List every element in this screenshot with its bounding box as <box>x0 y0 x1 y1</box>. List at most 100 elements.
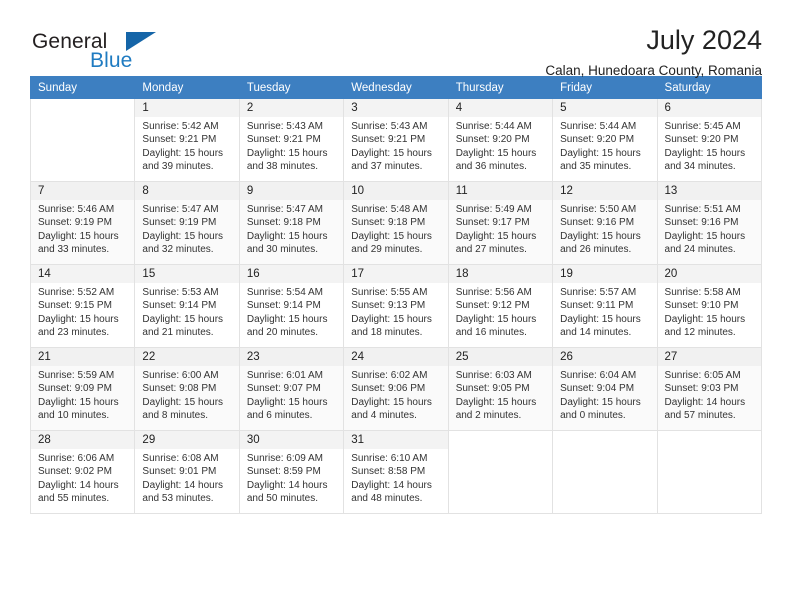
calendar-day-cell[interactable]: 28 Sunrise: 6:06 AM Sunset: 9:02 PM Dayligh… <box>29 430 136 514</box>
sunset-text: Sunset: 9:03 PM <box>664 383 739 395</box>
calendar-day-cell[interactable]: 8 Sunrise: 5:47 AM Sunset: 9:19 PM Daylight… <box>134 181 240 265</box>
sunrise-text: Sunrise: 5:48 AM <box>351 204 428 215</box>
sunrise-text: Sunrise: 5:43 AM <box>351 121 428 132</box>
daylight-text-line2: and 18 minutes. <box>351 327 423 339</box>
daylight-text-line1: Daylight: 15 hours <box>351 230 432 242</box>
day-number: 18 <box>448 265 553 283</box>
sunset-text: Sunset: 9:12 PM <box>455 300 530 312</box>
sunset-text: Sunset: 9:04 PM <box>560 383 635 395</box>
calendar-day-cell[interactable]: 7 Sunrise: 5:46 AM Sunset: 9:19 PM Daylight… <box>29 181 136 265</box>
daylight-text-line1: Daylight: 15 hours <box>351 313 432 325</box>
day-number: 12 <box>553 182 657 200</box>
calendar-day-cell[interactable]: 29 Sunrise: 6:08 AM Sunset: 9:01 PM Dayligh… <box>134 430 240 514</box>
sunrise-text: Sunrise: 5:47 AM <box>142 204 219 215</box>
calendar-day-cell[interactable]: 16 Sunrise: 5:54 AM Sunset: 9:14 PM Dayligh… <box>238 264 345 348</box>
sunset-text: Sunset: 9:15 PM <box>38 300 112 312</box>
calendar-day-cell[interactable]: 10 Sunrise: 5:48 AM Sunset: 9:18 PM Dayligh… <box>343 181 449 265</box>
calendar-day-cell[interactable]: 1 Sunrise: 5:42 AM Sunset: 9:21 PM Daylight… <box>134 98 240 182</box>
sunrise-text: Sunrise: 6:06 AM <box>38 453 115 464</box>
daylight-text-line2: and 8 minutes. <box>142 410 209 422</box>
daylight-text-line2: and 36 minutes. <box>455 161 527 173</box>
calendar-day-cell[interactable]: 3 Sunrise: 5:43 AM Sunset: 9:21 PM Daylight… <box>343 98 449 182</box>
calendar-day-cell[interactable]: 27 Sunrise: 6:05 AM Sunset: 9:03 PM Dayligh… <box>656 347 763 431</box>
day-number <box>449 431 552 436</box>
calendar-day-cell[interactable]: 23 Sunrise: 6:01 AM Sunset: 9:07 PM Dayligh… <box>238 347 345 431</box>
weekday-header-thursday: Thursday <box>447 76 554 99</box>
daylight-text-line1: Daylight: 15 hours <box>455 396 537 408</box>
day-details: Sunrise: 6:00 AM Sunset: 9:08 PM Daylight:… <box>135 366 238 423</box>
day-number: 24 <box>344 348 448 366</box>
day-details: Sunrise: 5:49 AM Sunset: 9:17 PM Daylight:… <box>449 200 552 257</box>
location-subtitle: Calan, Hunedoara County, Romania <box>545 63 762 79</box>
day-number: 14 <box>31 265 135 283</box>
calendar-day-cell[interactable]: 14 Sunrise: 5:52 AM Sunset: 9:15 PM Dayligh… <box>29 264 136 348</box>
day-details: Sunrise: 5:45 AM Sunset: 9:20 PM Daylight:… <box>658 117 761 174</box>
weekday-header-monday: Monday <box>134 76 240 99</box>
calendar-day-cell[interactable]: 19 Sunrise: 5:57 AM Sunset: 9:11 PM Dayligh… <box>552 264 658 348</box>
sunset-text: Sunset: 9:14 PM <box>246 300 321 312</box>
sunrise-text: Sunrise: 6:08 AM <box>142 453 219 464</box>
day-details: Sunrise: 6:08 AM Sunset: 9:01 PM Daylight:… <box>135 449 238 506</box>
general-blue-logo[interactable]: General Blue <box>30 26 160 78</box>
calendar-day-cell[interactable]: 25 Sunrise: 6:03 AM Sunset: 9:05 PM Dayligh… <box>447 347 554 431</box>
day-number: 30 <box>239 431 344 449</box>
day-number: 17 <box>344 265 448 283</box>
calendar-cell-empty <box>29 98 136 182</box>
day-number: 16 <box>239 265 344 283</box>
daylight-text-line1: Daylight: 15 hours <box>455 313 537 325</box>
sunset-text: Sunset: 9:16 PM <box>560 217 635 229</box>
calendar-day-cell[interactable]: 6 Sunrise: 5:45 AM Sunset: 9:20 PM Daylight… <box>656 98 763 182</box>
calendar-day-cell[interactable]: 18 Sunrise: 5:56 AM Sunset: 9:12 PM Dayligh… <box>447 264 554 348</box>
day-details: Sunrise: 5:47 AM Sunset: 9:19 PM Daylight:… <box>135 200 238 257</box>
sunset-text: Sunset: 8:59 PM <box>246 466 321 478</box>
sunset-text: Sunset: 9:17 PM <box>455 217 530 229</box>
calendar-day-cell[interactable]: 15 Sunrise: 5:53 AM Sunset: 9:14 PM Dayligh… <box>134 264 240 348</box>
calendar-day-cell[interactable]: 26 Sunrise: 6:04 AM Sunset: 9:04 PM Dayligh… <box>552 347 658 431</box>
day-details: Sunrise: 5:54 AM Sunset: 9:14 PM Daylight:… <box>240 283 343 340</box>
calendar-day-cell[interactable]: 24 Sunrise: 6:02 AM Sunset: 9:06 PM Dayligh… <box>343 347 449 431</box>
calendar-day-cell[interactable]: 31 Sunrise: 6:10 AM Sunset: 8:58 PM Dayligh… <box>343 430 449 514</box>
day-number: 22 <box>135 348 239 366</box>
sunset-text: Sunset: 9:11 PM <box>560 300 634 312</box>
sunrise-text: Sunrise: 6:05 AM <box>664 370 741 381</box>
sunrise-text: Sunrise: 5:45 AM <box>664 121 741 132</box>
sunrise-text: Sunrise: 5:58 AM <box>664 287 741 298</box>
sunrise-text: Sunrise: 5:52 AM <box>38 287 115 298</box>
day-number <box>31 99 134 104</box>
daylight-text-line1: Daylight: 15 hours <box>142 396 224 408</box>
daylight-text-line2: and 48 minutes. <box>351 493 423 505</box>
day-details: Sunrise: 5:48 AM Sunset: 9:18 PM Daylight:… <box>344 200 447 257</box>
day-details: Sunrise: 5:42 AM Sunset: 9:21 PM Daylight:… <box>135 117 238 174</box>
calendar-day-cell[interactable]: 9 Sunrise: 5:47 AM Sunset: 9:18 PM Daylight… <box>238 181 345 265</box>
daylight-text-line1: Daylight: 15 hours <box>664 147 746 159</box>
calendar-day-cell[interactable]: 4 Sunrise: 5:44 AM Sunset: 9:20 PM Daylight… <box>447 98 554 182</box>
day-details: Sunrise: 5:56 AM Sunset: 9:12 PM Daylight:… <box>449 283 552 340</box>
daylight-text-line2: and 57 minutes. <box>664 410 736 422</box>
calendar-day-cell[interactable]: 20 Sunrise: 5:58 AM Sunset: 9:10 PM Dayligh… <box>656 264 763 348</box>
sunset-text: Sunset: 9:07 PM <box>246 383 321 395</box>
sunrise-text: Sunrise: 6:00 AM <box>142 370 219 381</box>
day-number: 29 <box>135 431 239 449</box>
calendar-day-cell[interactable]: 12 Sunrise: 5:50 AM Sunset: 9:16 PM Dayligh… <box>552 181 658 265</box>
day-details: Sunrise: 5:58 AM Sunset: 9:10 PM Daylight:… <box>658 283 761 340</box>
sunset-text: Sunset: 9:18 PM <box>351 217 426 229</box>
day-number: 5 <box>553 99 657 117</box>
day-details: Sunrise: 5:51 AM Sunset: 9:16 PM Daylight:… <box>658 200 761 257</box>
day-number: 4 <box>448 99 553 117</box>
calendar-day-cell[interactable]: 17 Sunrise: 5:55 AM Sunset: 9:13 PM Dayligh… <box>343 264 449 348</box>
calendar-day-cell[interactable]: 11 Sunrise: 5:49 AM Sunset: 9:17 PM Dayligh… <box>447 181 554 265</box>
daylight-text-line1: Daylight: 15 hours <box>455 147 537 159</box>
calendar-day-cell[interactable]: 30 Sunrise: 6:09 AM Sunset: 8:59 PM Dayligh… <box>238 430 345 514</box>
daylight-text-line1: Daylight: 15 hours <box>560 396 641 408</box>
calendar-day-cell[interactable]: 21 Sunrise: 5:59 AM Sunset: 9:09 PM Dayligh… <box>29 347 136 431</box>
calendar-day-cell[interactable]: 22 Sunrise: 6:00 AM Sunset: 9:08 PM Dayligh… <box>134 347 240 431</box>
calendar-day-cell[interactable]: 13 Sunrise: 5:51 AM Sunset: 9:16 PM Dayligh… <box>656 181 763 265</box>
day-number: 7 <box>31 182 135 200</box>
daylight-text-line1: Daylight: 15 hours <box>142 230 224 242</box>
sunrise-text: Sunrise: 5:55 AM <box>351 287 428 298</box>
calendar-day-cell[interactable]: 5 Sunrise: 5:44 AM Sunset: 9:20 PM Daylight… <box>552 98 658 182</box>
calendar-day-cell[interactable]: 2 Sunrise: 5:43 AM Sunset: 9:21 PM Daylight… <box>238 98 345 182</box>
day-details: Sunrise: 5:57 AM Sunset: 9:11 PM Daylight:… <box>553 283 656 340</box>
sunrise-text: Sunrise: 6:04 AM <box>560 370 637 381</box>
daylight-text-line2: and 14 minutes. <box>560 327 632 339</box>
